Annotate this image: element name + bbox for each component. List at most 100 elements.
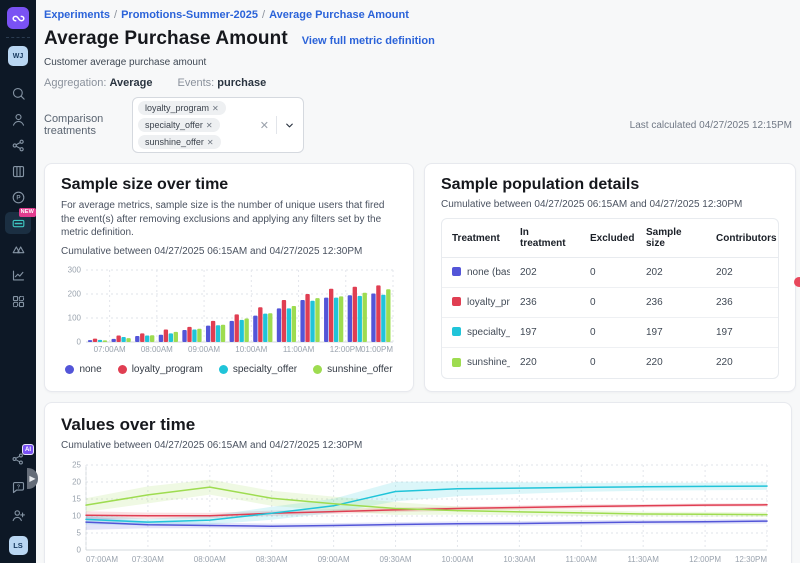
sample-size-description: For average metrics, sample size is the … xyxy=(61,199,397,240)
svg-text:08:00AM: 08:00AM xyxy=(194,555,226,563)
treatment-swatch xyxy=(452,267,461,276)
in-treatment-value: 220 xyxy=(510,348,580,377)
legend-item-loyalty-program[interactable]: loyalty_program xyxy=(118,364,203,375)
svg-text:01:00PM: 01:00PM xyxy=(361,345,393,354)
notification-dot[interactable] xyxy=(794,277,800,287)
breadcrumb-experiment-name[interactable]: Promotions-Summer-2025 xyxy=(121,9,258,21)
sample-size-value: 236 xyxy=(636,288,706,318)
chart-legend: none loyalty_program specialty_offer sun… xyxy=(61,364,397,375)
breadcrumb-experiments[interactable]: Experiments xyxy=(44,9,110,21)
table-row: specialty_offer 197 0 197 197 xyxy=(442,318,778,348)
experiments-icon[interactable] xyxy=(5,238,31,260)
treatment-name: sunshine_offer xyxy=(467,357,510,368)
events-value: purchase xyxy=(217,77,266,89)
chip-specialty-offer[interactable]: specialty_offer✕ xyxy=(138,118,220,132)
ai-badge: AI xyxy=(22,444,34,455)
breadcrumb-metric-name[interactable]: Average Purchase Amount xyxy=(269,9,409,21)
workspace-avatar[interactable]: WJ xyxy=(8,46,28,66)
columns-icon[interactable] xyxy=(5,160,31,182)
chip-sunshine-offer[interactable]: sunshine_offer✕ xyxy=(138,135,221,149)
legend-item-sunshine-offer[interactable]: sunshine_offer xyxy=(313,364,392,375)
invite-user-icon[interactable] xyxy=(5,504,31,526)
svg-text:07:00AM: 07:00AM xyxy=(86,555,118,563)
contributors-value: 220 xyxy=(706,348,778,377)
table-row: none (baseline) 202 0 202 202 xyxy=(442,258,778,288)
treatment-swatch xyxy=(452,297,461,306)
sample-size-card: Sample size over time For average metric… xyxy=(44,163,414,392)
excluded-value: 0 xyxy=(580,288,636,318)
svg-text:09:30AM: 09:30AM xyxy=(380,555,412,563)
breadcrumb: Experiments / Promotions-Summer-2025 / Avera… xyxy=(44,9,792,21)
pulse-icon[interactable]: P xyxy=(5,186,31,208)
svg-text:5: 5 xyxy=(77,528,82,537)
svg-text:300: 300 xyxy=(68,265,82,274)
svg-text:11:00AM: 11:00AM xyxy=(283,345,315,354)
app-window: WJ P NEW xyxy=(0,0,800,563)
metrics-icon[interactable]: NEW xyxy=(5,212,31,234)
sample-size-value: 220 xyxy=(636,348,706,377)
contributors-value: 197 xyxy=(706,318,778,348)
users-icon[interactable] xyxy=(5,108,31,130)
search-icon[interactable] xyxy=(5,82,31,104)
col-contributors: Contributors xyxy=(706,219,778,258)
svg-text:0: 0 xyxy=(77,337,82,346)
treatments-multiselect[interactable]: loyalty_program✕ specialty_offer✕ sunshi… xyxy=(132,97,304,153)
svg-text:12:00PM: 12:00PM xyxy=(330,345,362,354)
values-title: Values over time xyxy=(61,415,775,435)
chip-remove-icon[interactable]: ✕ xyxy=(206,121,213,130)
segments-icon[interactable] xyxy=(5,134,31,156)
excluded-value: 0 xyxy=(580,318,636,348)
sample-size-title: Sample size over time xyxy=(61,176,397,194)
legend-item-specialty-offer[interactable]: specialty_offer xyxy=(219,364,297,375)
col-excluded: Excluded xyxy=(580,219,636,258)
svg-text:12:30PM: 12:30PM xyxy=(735,555,767,563)
legend-dot xyxy=(65,365,74,374)
filter-row: Comparison treatments loyalty_program✕ s… xyxy=(44,97,792,153)
clear-all-icon[interactable]: ✕ xyxy=(256,119,273,132)
sample-size-value: 197 xyxy=(636,318,706,348)
sidebar-divider xyxy=(6,37,30,38)
svg-text:10:30AM: 10:30AM xyxy=(503,555,535,563)
multiselect-divider xyxy=(276,116,277,134)
trend-chart-icon[interactable] xyxy=(5,264,31,286)
svg-text:08:00AM: 08:00AM xyxy=(141,345,173,354)
col-sample-size: Sample size xyxy=(636,219,706,258)
chip-loyalty-program[interactable]: loyalty_program✕ xyxy=(138,101,226,115)
svg-text:09:00AM: 09:00AM xyxy=(188,345,220,354)
in-treatment-value: 236 xyxy=(510,288,580,318)
legend-dot xyxy=(219,365,228,374)
aggregation-row: Aggregation: Average Events: purchase xyxy=(44,77,792,89)
breadcrumb-separator: / xyxy=(262,9,265,21)
page-title: Average Purchase Amount xyxy=(44,28,288,50)
chip-remove-icon[interactable]: ✕ xyxy=(207,138,214,147)
excluded-value: 0 xyxy=(580,348,636,377)
chip-label: specialty_offer xyxy=(145,120,203,130)
statsig-logo-icon[interactable] xyxy=(7,7,29,29)
legend-dot xyxy=(118,365,127,374)
population-card: Sample population details Cumulative bet… xyxy=(424,163,796,392)
sidebar-nav: P NEW xyxy=(5,82,31,312)
svg-text:09:00AM: 09:00AM xyxy=(318,555,350,563)
aggregation-label: Aggregation: xyxy=(44,77,106,89)
breadcrumb-separator: / xyxy=(114,9,117,21)
svg-text:20: 20 xyxy=(72,477,81,486)
main-content: Experiments / Promotions-Summer-2025 / Avera… xyxy=(36,0,800,563)
svg-text:100: 100 xyxy=(68,313,82,322)
legend-item-none[interactable]: none xyxy=(65,364,101,375)
contributors-value: 236 xyxy=(706,288,778,318)
values-line-chart: 051015202507:00AM07:30AM08:00AM08:30AM09… xyxy=(61,459,775,563)
svg-text:P: P xyxy=(16,194,20,201)
sample-size-bar-chart: 010020030007:00AM08:00AM09:00AM10:00AM11… xyxy=(61,265,397,355)
apps-grid-icon[interactable] xyxy=(5,290,31,312)
ai-assistant-icon[interactable]: AI xyxy=(5,448,31,470)
view-metric-definition-link[interactable]: View full metric definition xyxy=(302,35,435,47)
chip-label: loyalty_program xyxy=(145,103,209,113)
new-badge: NEW xyxy=(19,208,36,217)
user-avatar[interactable]: LS xyxy=(9,536,28,555)
cards-section: Sample size over time For average metric… xyxy=(44,155,792,563)
sample-size-value: 202 xyxy=(636,258,706,288)
sample-size-range: Cumulative between 04/27/2025 06:15AM an… xyxy=(61,246,397,257)
treatment-name: none (baseline) xyxy=(467,267,510,278)
chevron-down-icon[interactable] xyxy=(280,120,299,131)
chip-remove-icon[interactable]: ✕ xyxy=(212,104,219,113)
